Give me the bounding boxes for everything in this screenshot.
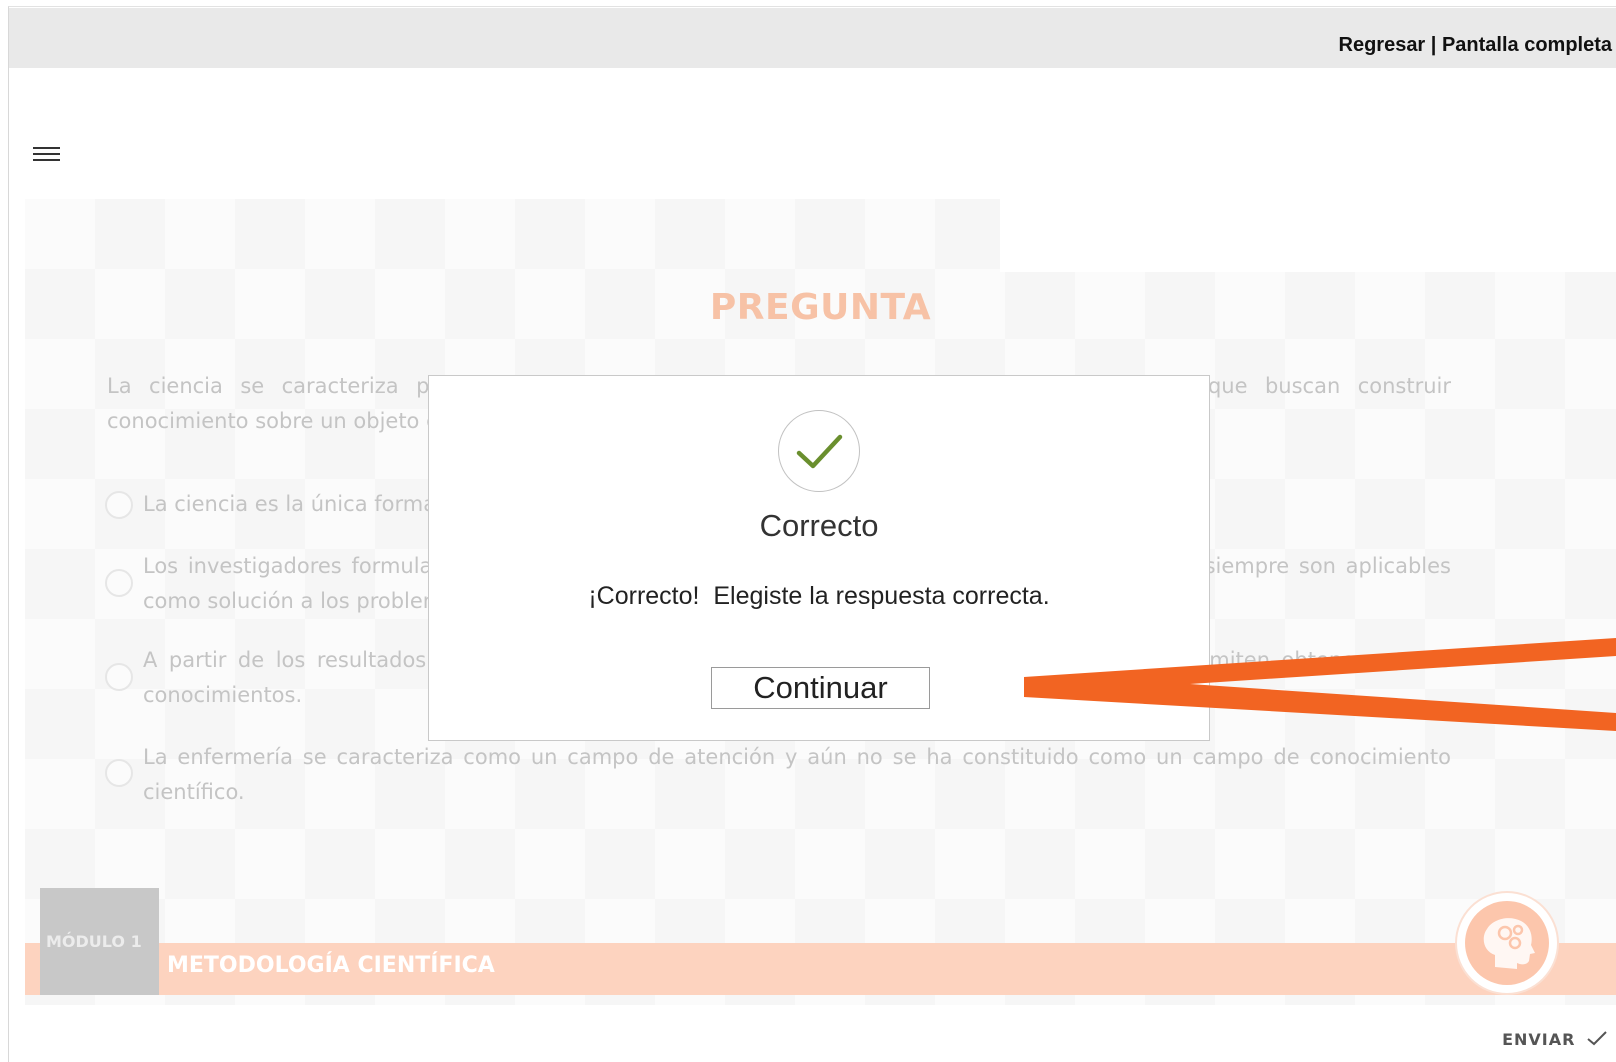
module-title: METODOLOGÍA CIENTÍFICA	[167, 953, 495, 978]
answer-radio[interactable]	[105, 759, 133, 787]
module-label: MÓDULO 1	[46, 932, 142, 951]
feedback-dialog: Correcto ¡Correcto! Elegiste la respuest…	[428, 375, 1210, 741]
check-icon	[778, 410, 860, 492]
hamburger-menu-icon[interactable]	[33, 147, 60, 161]
dialog-title: Correcto	[759, 508, 879, 543]
answer-radio[interactable]	[105, 663, 133, 691]
checkmark-icon	[1587, 1031, 1607, 1046]
answer-radio[interactable]	[105, 491, 133, 519]
answer-radio[interactable]	[105, 569, 133, 597]
submit-label: ENVIAR	[1502, 1030, 1576, 1049]
stage-highlight	[1000, 199, 1616, 272]
dialog-message: ¡Correcto! Elegiste la respuesta correct…	[588, 582, 1050, 610]
continue-button[interactable]: Continuar	[711, 667, 930, 709]
link-separator: |	[1425, 34, 1442, 56]
answer-text: La enfermería se caracteriza como un cam…	[143, 745, 1451, 804]
fullscreen-link[interactable]: Pantalla completa	[1442, 34, 1612, 56]
top-bar: Regresar | Pantalla completa	[9, 8, 1616, 68]
head-gears-icon	[1457, 893, 1557, 993]
submit-button[interactable]: ENVIAR	[1502, 1030, 1608, 1049]
top-links: Regresar | Pantalla completa	[1339, 34, 1613, 57]
back-link[interactable]: Regresar	[1339, 34, 1426, 56]
question-title: PREGUNTA	[709, 287, 932, 328]
module-badge: MÓDULO 1	[40, 888, 159, 995]
